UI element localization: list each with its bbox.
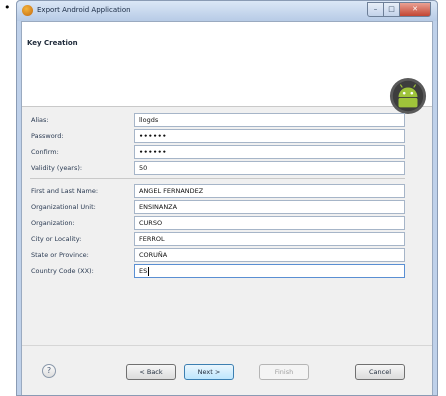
finish-button[interactable]: Finish	[259, 364, 309, 380]
alias-label: Alias:	[31, 116, 49, 124]
dialog-client-area: Key Creation Alias: llogds Password: •••…	[21, 21, 433, 395]
confirm-label: Confirm:	[31, 148, 59, 156]
list-bullet: •	[4, 1, 11, 14]
password-input[interactable]: ••••••	[134, 129, 405, 143]
name-input[interactable]: ANGEL FERNANDEZ	[134, 184, 405, 198]
maximize-button[interactable]: □	[384, 2, 400, 17]
city-label: City or Locality:	[31, 235, 82, 243]
export-android-application-window: Export Android Application – □ ✕ Key Cre…	[16, 0, 438, 396]
page-title: Key Creation	[27, 39, 78, 47]
confirm-input[interactable]: ••••••	[134, 145, 405, 159]
back-button[interactable]: < Back	[126, 364, 176, 380]
close-button[interactable]: ✕	[400, 2, 431, 17]
org-unit-input[interactable]: ENSINANZA	[134, 200, 405, 214]
validity-input[interactable]: 50	[134, 161, 405, 175]
organization-label: Organization:	[31, 219, 75, 227]
organization-input[interactable]: CURSO	[134, 216, 405, 230]
minimize-button[interactable]: –	[367, 2, 384, 17]
title-bar[interactable]: Export Android Application – □ ✕	[17, 1, 437, 21]
android-logo-icon	[389, 77, 427, 115]
alias-input[interactable]: llogds	[134, 113, 405, 127]
country-code-value: ES	[139, 267, 148, 275]
password-label: Password:	[31, 132, 64, 140]
state-label: State or Province:	[31, 251, 89, 259]
window-title: Export Android Application	[37, 6, 131, 14]
wizard-banner: Key Creation	[22, 22, 432, 115]
country-code-input[interactable]: ES	[134, 264, 405, 278]
state-input[interactable]: CORUÑA	[134, 248, 405, 262]
form-divider	[30, 178, 405, 179]
footer-separator	[22, 345, 432, 346]
next-button[interactable]: Next >	[184, 364, 234, 380]
name-label: First and Last Name:	[31, 187, 99, 195]
city-input[interactable]: FERROL	[134, 232, 405, 246]
validity-label: Validity (years):	[31, 164, 83, 172]
cancel-button[interactable]: Cancel	[355, 364, 405, 380]
org-unit-label: Organizational Unit:	[31, 203, 96, 211]
eclipse-app-icon	[22, 5, 33, 16]
text-caret	[148, 266, 150, 276]
window-controls: – □ ✕	[367, 2, 431, 17]
country-code-label: Country Code (XX):	[31, 267, 94, 275]
help-button[interactable]: ?	[42, 364, 56, 378]
